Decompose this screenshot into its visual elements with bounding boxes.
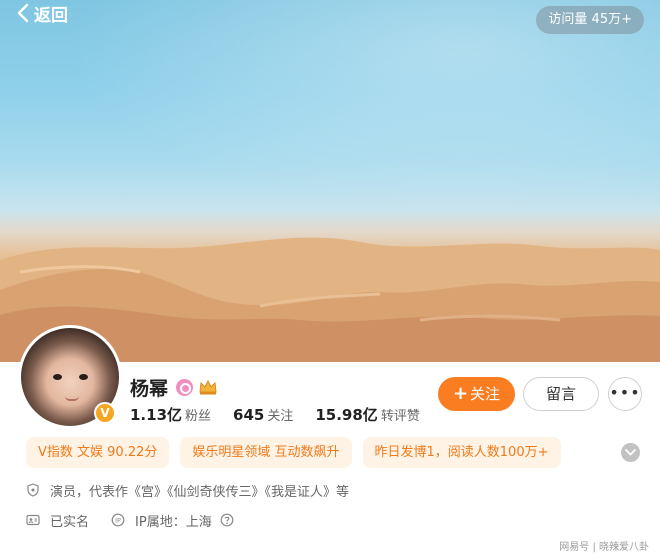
id-card-icon bbox=[26, 514, 40, 526]
cover-banner bbox=[0, 0, 660, 362]
real-name-status: 已实名 bbox=[50, 514, 90, 530]
sky-glow bbox=[0, 0, 660, 240]
chip-v-index[interactable]: V指数 文娱 90.22分 bbox=[26, 437, 170, 468]
verified-badge: V bbox=[94, 402, 116, 424]
follow-label: 关注 bbox=[470, 385, 501, 403]
back-label: 返回 bbox=[34, 5, 68, 26]
bio-text: 演员，代表作《宫》《仙剑奇侠传三》《我是证人》等 bbox=[50, 484, 350, 500]
identity-row: 已实名 IP IP属地：上海 bbox=[26, 510, 234, 530]
badge-chips: V指数 文娱 90.22分 娱乐明星领域 互动数飙升 昨日发博1，阅读人数100… bbox=[26, 437, 572, 468]
shield-icon bbox=[27, 483, 39, 497]
avatar-mouth bbox=[65, 396, 79, 401]
profile-name: 杨幂 bbox=[130, 377, 169, 400]
back-button[interactable]: 返回 bbox=[14, 2, 68, 26]
chip-domain-trend[interactable]: 娱乐明星领域 互动数飙升 bbox=[180, 437, 352, 468]
watermark: 网易号 | 晓辣爱八卦 bbox=[556, 537, 652, 554]
bio-row: 演员，代表作《宫》《仙剑奇侠传三》《我是证人》等 bbox=[26, 480, 349, 500]
question-icon[interactable] bbox=[220, 513, 234, 527]
likes-label[interactable]: 转评赞 bbox=[381, 405, 420, 424]
following-count[interactable]: 645 bbox=[233, 406, 264, 424]
chip-daily-post[interactable]: 昨日发博1，阅读人数100万+ bbox=[362, 437, 561, 468]
profile-stats: 1.13亿 粉丝 645 关注 15.98亿 转评赞 bbox=[130, 404, 420, 426]
ip-location-icon: IP bbox=[111, 513, 125, 527]
name-row: 杨幂 bbox=[130, 374, 218, 400]
crown-icon[interactable] bbox=[198, 378, 218, 396]
following-label[interactable]: 关注 bbox=[267, 405, 293, 424]
follow-button[interactable]: + 关注 bbox=[438, 377, 515, 411]
chevron-left-icon bbox=[17, 3, 29, 23]
ip-location: IP属地：上海 bbox=[135, 514, 212, 530]
followers-label[interactable]: 粉丝 bbox=[185, 405, 211, 424]
visit-count-pill[interactable]: 访问量 45万+ bbox=[536, 6, 644, 34]
search-badge-icon[interactable] bbox=[176, 378, 194, 396]
followers-count[interactable]: 1.13亿 bbox=[130, 404, 182, 425]
message-button[interactable]: 留言 bbox=[523, 377, 599, 411]
avatar-eye-left bbox=[53, 374, 62, 380]
plus-icon: + bbox=[452, 383, 469, 404]
likes-count[interactable]: 15.98亿 bbox=[315, 404, 377, 425]
more-dots-icon[interactable]: ••• bbox=[608, 377, 642, 411]
chevron-down-icon[interactable] bbox=[621, 443, 640, 462]
svg-text:IP: IP bbox=[115, 517, 121, 525]
avatar-eye-right bbox=[79, 374, 88, 380]
